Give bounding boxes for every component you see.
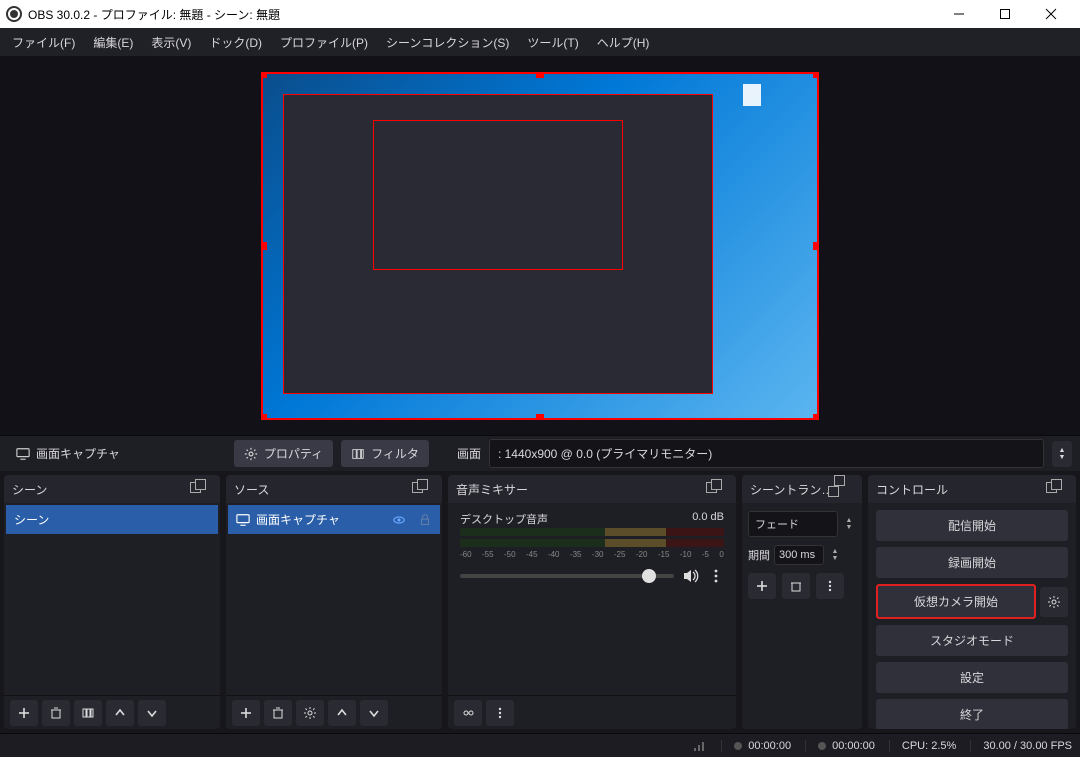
signal-icon bbox=[693, 740, 707, 752]
remove-scene-button[interactable] bbox=[42, 700, 70, 726]
menu-scene-collection[interactable]: シーンコレクション(S) bbox=[378, 30, 517, 55]
menu-view[interactable]: 表示(V) bbox=[143, 30, 199, 55]
start-virtualcam-button[interactable]: 仮想カメラ開始 bbox=[876, 584, 1036, 619]
docks-row: シーン シーン ソース 画面キャプチャ bbox=[0, 471, 1080, 733]
status-rec-time: 00:00:00 bbox=[721, 740, 791, 752]
preview-canvas[interactable] bbox=[261, 72, 819, 420]
screen-select[interactable]: : 1440x900 @ 0.0 (プライマリモニター) bbox=[489, 439, 1044, 468]
sources-title: ソース bbox=[234, 481, 269, 498]
transition-type-select[interactable]: フェード bbox=[748, 511, 838, 537]
menu-dock[interactable]: ドック(D) bbox=[201, 30, 270, 55]
screen-label: 画面 bbox=[457, 445, 481, 462]
menu-file[interactable]: ファイル(F) bbox=[4, 30, 83, 55]
duration-stepper[interactable]: ▲▼ bbox=[828, 548, 842, 562]
scenes-title: シーン bbox=[12, 481, 47, 498]
selected-source-label: 画面キャプチャ bbox=[8, 441, 128, 466]
obs-app-icon bbox=[6, 6, 22, 22]
audio-meter bbox=[460, 539, 724, 547]
menu-tools[interactable]: ツール(T) bbox=[519, 30, 586, 55]
channel-name: デスクトップ音声 bbox=[460, 511, 548, 527]
close-button[interactable] bbox=[1028, 0, 1074, 28]
mixer-dock: 音声ミキサー デスクトップ音声 0.0 dB -60-55-50-45-40-3… bbox=[448, 475, 736, 729]
transitions-title: シーントランジ... bbox=[750, 481, 834, 498]
source-item[interactable]: 画面キャプチャ bbox=[228, 505, 440, 534]
virtualcam-settings-button[interactable] bbox=[1040, 587, 1068, 617]
popout-icon[interactable] bbox=[834, 475, 854, 503]
studio-mode-button[interactable]: スタジオモード bbox=[876, 625, 1068, 656]
statusbar: 00:00:00 00:00:00 CPU: 2.5% 30.00 / 30.0… bbox=[0, 733, 1080, 757]
add-scene-button[interactable] bbox=[10, 700, 38, 726]
popout-icon[interactable] bbox=[412, 482, 434, 496]
sources-dock: ソース 画面キャプチャ bbox=[226, 475, 442, 729]
start-record-button[interactable]: 録画開始 bbox=[876, 547, 1068, 578]
screen-select-stepper[interactable]: ▲▼ bbox=[1052, 441, 1072, 467]
mixer-title: 音声ミキサー bbox=[456, 481, 528, 498]
controls-title: コントロール bbox=[876, 481, 948, 498]
exit-button[interactable]: 終了 bbox=[876, 699, 1068, 729]
eye-icon[interactable] bbox=[392, 513, 406, 527]
duration-label: 期間 bbox=[748, 547, 770, 563]
move-source-up-button[interactable] bbox=[328, 700, 356, 726]
menu-edit[interactable]: 編集(E) bbox=[85, 30, 141, 55]
filters-button[interactable]: フィルタ bbox=[341, 440, 429, 467]
transitions-dock: シーントランジ... フェード ▲▼ 期間 300 ms ▲▼ bbox=[742, 475, 862, 729]
menu-help[interactable]: ヘルプ(H) bbox=[589, 30, 658, 55]
scenes-dock: シーン シーン bbox=[4, 475, 220, 729]
source-toolbar: 画面キャプチャ プロパティ フィルタ 画面 : 1440x900 @ 0.0 (… bbox=[0, 435, 1080, 471]
mixer-channel: デスクトップ音声 0.0 dB -60-55-50-45-40-35-30-25… bbox=[450, 505, 734, 591]
move-scene-down-button[interactable] bbox=[138, 700, 166, 726]
move-source-down-button[interactable] bbox=[360, 700, 388, 726]
monitor-icon bbox=[16, 447, 30, 461]
selected-source-text: 画面キャプチャ bbox=[36, 445, 120, 462]
channel-level: 0.0 dB bbox=[692, 511, 724, 527]
add-transition-button[interactable] bbox=[748, 573, 776, 599]
menubar: ファイル(F) 編集(E) 表示(V) ドック(D) プロファイル(P) シーン… bbox=[0, 28, 1080, 56]
filter-icon bbox=[351, 447, 365, 461]
kebab-icon[interactable] bbox=[708, 568, 724, 584]
preview-area[interactable] bbox=[0, 56, 1080, 435]
maximize-button[interactable] bbox=[982, 0, 1028, 28]
monitor-icon bbox=[236, 513, 250, 527]
source-properties-button[interactable] bbox=[296, 700, 324, 726]
popout-icon[interactable] bbox=[706, 482, 728, 496]
settings-button[interactable]: 設定 bbox=[876, 662, 1068, 693]
mixer-menu-button[interactable] bbox=[486, 700, 514, 726]
controls-dock: コントロール 配信開始 録画開始 仮想カメラ開始 スタジオモード 設定 終了 bbox=[868, 475, 1076, 729]
minimize-button[interactable] bbox=[936, 0, 982, 28]
status-fps: 30.00 / 30.00 FPS bbox=[970, 740, 1072, 752]
move-scene-up-button[interactable] bbox=[106, 700, 134, 726]
audio-meter bbox=[460, 528, 724, 536]
lock-icon[interactable] bbox=[418, 513, 432, 527]
volume-slider[interactable] bbox=[460, 574, 674, 578]
properties-button[interactable]: プロパティ bbox=[234, 440, 333, 467]
gear-icon bbox=[244, 447, 258, 461]
menu-profile[interactable]: プロファイル(P) bbox=[272, 30, 376, 55]
transition-type-stepper[interactable]: ▲▼ bbox=[842, 517, 856, 531]
meter-scale: -60-55-50-45-40-35-30-25-20-15-10-50 bbox=[460, 550, 724, 559]
transition-menu-button[interactable] bbox=[816, 573, 844, 599]
start-stream-button[interactable]: 配信開始 bbox=[876, 510, 1068, 541]
popout-icon[interactable] bbox=[1046, 482, 1068, 496]
titlebar: OBS 30.0.2 - プロファイル: 無題 - シーン: 無題 bbox=[0, 0, 1080, 28]
status-stream-time: 00:00:00 bbox=[805, 740, 875, 752]
window-title: OBS 30.0.2 - プロファイル: 無題 - シーン: 無題 bbox=[28, 6, 936, 23]
popout-icon[interactable] bbox=[190, 482, 212, 496]
remove-source-button[interactable] bbox=[264, 700, 292, 726]
screen-value: : 1440x900 @ 0.0 (プライマリモニター) bbox=[498, 445, 712, 462]
remove-transition-button[interactable] bbox=[782, 573, 810, 599]
scene-filter-button[interactable] bbox=[74, 700, 102, 726]
scene-item[interactable]: シーン bbox=[6, 505, 218, 534]
add-source-button[interactable] bbox=[232, 700, 260, 726]
status-network bbox=[681, 740, 707, 752]
status-cpu: CPU: 2.5% bbox=[889, 740, 956, 752]
speaker-icon[interactable] bbox=[682, 567, 700, 585]
mixer-settings-button[interactable] bbox=[454, 700, 482, 726]
duration-input[interactable]: 300 ms bbox=[774, 545, 824, 565]
